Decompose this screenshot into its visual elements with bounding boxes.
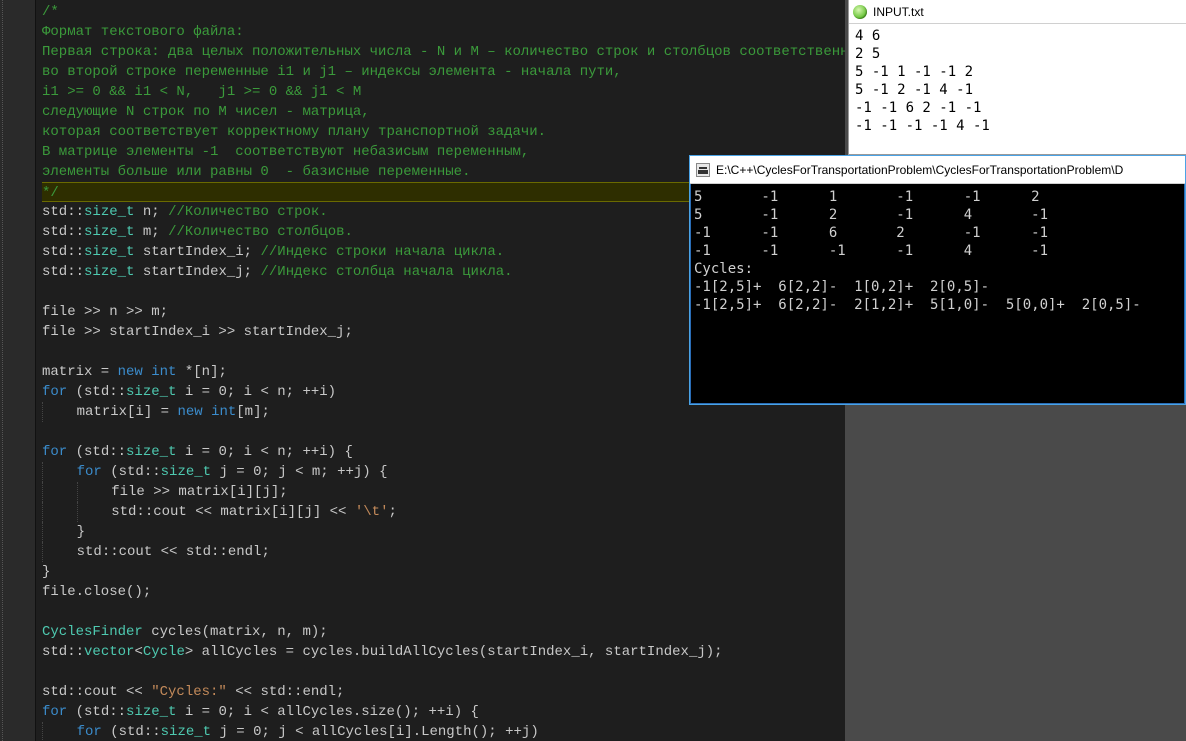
code-line[interactable]: /* — [42, 2, 845, 22]
code-line[interactable]: Формат текстового файла: — [42, 22, 845, 42]
code-line[interactable]: file.close(); — [42, 582, 845, 602]
code-line[interactable]: std::vector<Cycle> allCycles = cycles.bu… — [42, 642, 845, 662]
console-titlebar[interactable]: E:\C++\CyclesForTransportationProblem\Cy… — [690, 156, 1185, 184]
notepad-window[interactable]: INPUT.txt 4 6 2 5 5 -1 1 -1 -1 2 5 -1 2 … — [848, 0, 1186, 155]
code-line[interactable]: std::cout << matrix[i][j] << '\t'; — [42, 502, 845, 522]
notepad-title: INPUT.txt — [873, 5, 924, 19]
code-line[interactable]: for (std::size_t j = 0; j < allCycles[i]… — [42, 722, 845, 741]
code-line[interactable]: следующие N строк по M чисел - матрица, — [42, 102, 845, 122]
code-line[interactable]: for (std::size_t j = 0; j < m; ++j) { — [42, 462, 845, 482]
notepad-titlebar[interactable]: INPUT.txt — [849, 0, 1186, 24]
code-line[interactable]: во второй строке переменные i1 и j1 – ин… — [42, 62, 845, 82]
console-title: E:\C++\CyclesForTransportationProblem\Cy… — [716, 163, 1123, 177]
console-window[interactable]: E:\C++\CyclesForTransportationProblem\Cy… — [689, 155, 1186, 405]
notepad-app-icon — [853, 5, 867, 19]
code-line[interactable]: которая соответствует корректному плану … — [42, 122, 845, 142]
notepad-body[interactable]: 4 6 2 5 5 -1 1 -1 -1 2 5 -1 2 -1 4 -1 -1… — [849, 24, 1186, 138]
code-line[interactable]: } — [42, 522, 845, 542]
editor-gutter — [0, 0, 36, 741]
code-line[interactable] — [42, 602, 845, 622]
code-line[interactable]: file >> matrix[i][j]; — [42, 482, 845, 502]
code-line[interactable]: for (std::size_t i = 0; i < allCycles.si… — [42, 702, 845, 722]
code-line[interactable] — [42, 422, 845, 442]
console-body[interactable]: 5 -1 1 -1 -1 2 5 -1 2 -1 4 -1 -1 -1 6 2 … — [690, 184, 1185, 318]
code-line[interactable]: i1 >= 0 && i1 < N, j1 >= 0 && j1 < M — [42, 82, 845, 102]
console-app-icon — [696, 163, 710, 177]
code-line[interactable]: for (std::size_t i = 0; i < n; ++i) { — [42, 442, 845, 462]
fold-guide — [2, 0, 8, 741]
code-line[interactable]: std::cout << "Cycles:" << std::endl; — [42, 682, 845, 702]
code-line[interactable]: CyclesFinder cycles(matrix, n, m); — [42, 622, 845, 642]
code-line[interactable]: Первая строка: два целых положительных ч… — [42, 42, 845, 62]
code-line[interactable] — [42, 662, 845, 682]
code-line[interactable]: std::cout << std::endl; — [42, 542, 845, 562]
code-line[interactable]: } — [42, 562, 845, 582]
code-line[interactable]: matrix[i] = new int[m]; — [42, 402, 845, 422]
